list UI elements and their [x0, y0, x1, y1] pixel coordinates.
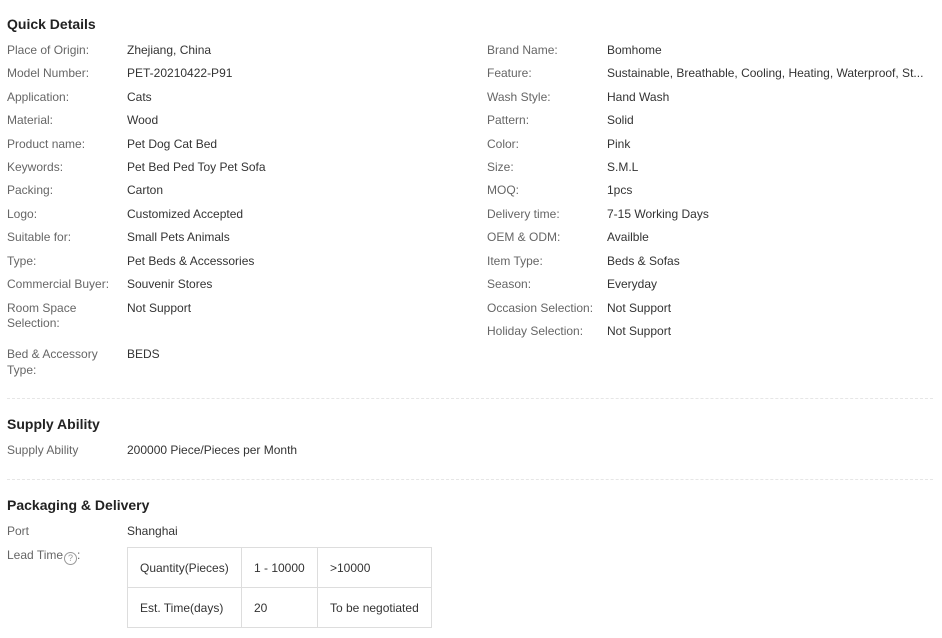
detail-label: Color:	[487, 137, 520, 151]
detail-label: Type:	[7, 254, 37, 268]
table-cell: 20	[241, 587, 318, 628]
detail-label: Model Number:	[7, 66, 90, 80]
table-cell: To be negotiated	[317, 587, 432, 628]
detail-label: Keywords:	[7, 160, 64, 174]
detail-label: Delivery time:	[487, 207, 560, 221]
detail-value: BEDS	[127, 347, 160, 361]
detail-label: Size:	[487, 160, 514, 174]
lead-time-table: Quantity(Pieces) 1 - 10000 >10000 Est. T…	[127, 547, 432, 628]
detail-label: Logo:	[7, 207, 38, 221]
detail-value: S.M.L	[607, 160, 639, 174]
detail-label: Item Type:	[487, 254, 543, 268]
table-cell: Quantity(Pieces)	[127, 547, 242, 588]
detail-value: Pet Beds & Accessories	[127, 254, 255, 268]
detail-value: Availble	[607, 230, 649, 244]
table-cell: Est. Time(days)	[127, 587, 242, 628]
detail-label-line2: Type:	[7, 363, 37, 377]
detail-value: 1pcs	[607, 183, 633, 197]
detail-value: Customized Accepted	[127, 207, 244, 221]
detail-value: Souvenir Stores	[127, 277, 213, 291]
detail-value: Not Support	[607, 324, 672, 338]
detail-label: Wash Style:	[487, 90, 551, 104]
detail-value: PET-20210422-P91	[127, 66, 233, 80]
detail-label: Holiday Selection:	[487, 324, 584, 338]
detail-label-line1: Room Space	[7, 301, 77, 315]
detail-value: Cats	[127, 90, 152, 104]
port-label: Port	[7, 524, 30, 538]
table-row: Est. Time(days) 20 To be negotiated	[127, 587, 432, 628]
detail-label: Material:	[7, 113, 54, 127]
packaging-delivery-title: Packaging & Delivery	[7, 497, 150, 513]
detail-value: Not Support	[607, 301, 672, 315]
detail-value: Bomhome	[607, 43, 662, 57]
detail-label: Place of Origin:	[7, 43, 90, 57]
detail-value: Not Support	[127, 301, 192, 315]
detail-value: Pet Bed Ped Toy Pet Sofa	[127, 160, 266, 174]
detail-value: Sustainable, Breathable, Cooling, Heatin…	[607, 66, 924, 80]
detail-value: Zhejiang, China	[127, 43, 212, 57]
detail-label: Feature:	[487, 66, 532, 80]
detail-label: Commercial Buyer:	[7, 277, 110, 291]
section-divider	[7, 398, 933, 399]
supply-ability-value: 200000 Piece/Pieces per Month	[127, 443, 298, 457]
detail-value: Solid	[607, 113, 634, 127]
detail-value: Small Pets Animals	[127, 230, 230, 244]
detail-label: Occasion Selection:	[487, 301, 594, 315]
detail-value: Everyday	[607, 277, 658, 291]
detail-label: Suitable for:	[7, 230, 72, 244]
detail-label: Product name:	[7, 137, 86, 151]
detail-value: Hand Wash	[607, 90, 670, 104]
detail-label: OEM & ODM:	[487, 230, 561, 244]
port-value: Shanghai	[127, 524, 178, 538]
quick-details-title: Quick Details	[7, 16, 96, 32]
question-circle-icon[interactable]: ?	[64, 552, 78, 565]
detail-label-line2: Selection:	[7, 316, 60, 330]
detail-label-line1: Bed & Accessory	[7, 347, 98, 361]
detail-value: 7-15 Working Days	[607, 207, 709, 221]
detail-label: Application:	[7, 90, 70, 104]
table-cell: 1 - 10000	[241, 547, 318, 588]
detail-value: Pink	[607, 137, 631, 151]
detail-label: MOQ:	[487, 183, 519, 197]
detail-value: Pet Dog Cat Bed	[127, 137, 218, 151]
detail-label: Packing:	[7, 183, 54, 197]
detail-label: Pattern:	[487, 113, 530, 127]
table-cell: >10000	[317, 547, 432, 588]
detail-value: Beds & Sofas	[607, 254, 680, 268]
lead-time-label: Lead Time	[7, 548, 64, 562]
detail-label: Brand Name:	[487, 43, 558, 57]
lead-time-colon: :	[77, 548, 81, 562]
detail-value: Wood	[127, 113, 159, 127]
detail-label: Season:	[487, 277, 532, 291]
section-divider	[7, 479, 933, 480]
detail-value: Carton	[127, 183, 164, 197]
supply-ability-label: Supply Ability	[7, 443, 79, 457]
supply-ability-title: Supply Ability	[7, 416, 100, 432]
lead-time-label-group: Lead Time?:	[7, 548, 119, 565]
table-row: Quantity(Pieces) 1 - 10000 >10000	[127, 547, 432, 588]
